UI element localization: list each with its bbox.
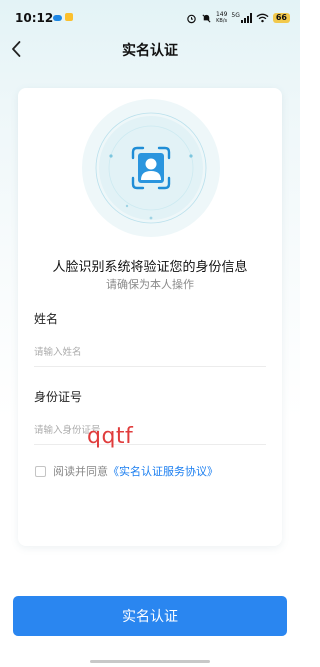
network-type: 5G: [231, 12, 240, 19]
watermark-text: qqtf: [87, 424, 134, 449]
page-title: 实名认证: [122, 43, 178, 59]
agreement-prefix: 阅读并同意: [53, 465, 108, 478]
name-divider: [34, 366, 266, 367]
name-input[interactable]: [34, 341, 266, 363]
cellular-signal: 5G: [231, 12, 252, 23]
net-speed: 149 KB/s: [216, 12, 228, 25]
home-indicator[interactable]: [90, 660, 210, 663]
notification-app-icon: [53, 15, 62, 21]
id-number-input[interactable]: [34, 419, 266, 441]
verify-submit-button[interactable]: 实名认证: [13, 596, 287, 636]
id-number-divider: [34, 444, 266, 445]
agreement-row: 阅读并同意 《实名认证服务协议》: [35, 464, 218, 478]
mute-icon: [202, 13, 211, 23]
agreement-checkbox[interactable]: [35, 465, 46, 477]
agreement-link[interactable]: 《实名认证服务协议》: [108, 463, 218, 479]
verification-card: 人脸识别系统将验证您的身份信息 请确保为本人操作 姓名 身份证号 阅读并同意 《…: [18, 88, 282, 546]
verification-headline: 人脸识别系统将验证您的身份信息: [52, 260, 248, 275]
wifi-icon: [256, 13, 269, 23]
alarm-icon: [187, 14, 196, 23]
status-time: 10:12: [15, 11, 54, 25]
battery-indicator: 66: [272, 13, 290, 23]
id-number-label: 身份证号: [34, 390, 83, 404]
face-scan-graphic: [82, 99, 220, 237]
verification-subline: 请确保为本人操作: [106, 278, 194, 291]
name-label: 姓名: [34, 312, 59, 326]
status-bar: 10:12 149 KB/s 5G 66: [0, 0, 300, 36]
net-speed-unit: KB/s: [216, 18, 228, 24]
signal-bars-icon: [240, 13, 252, 23]
notification-game-icon: [65, 13, 73, 21]
status-icons: 149 KB/s 5G 66: [186, 11, 290, 25]
